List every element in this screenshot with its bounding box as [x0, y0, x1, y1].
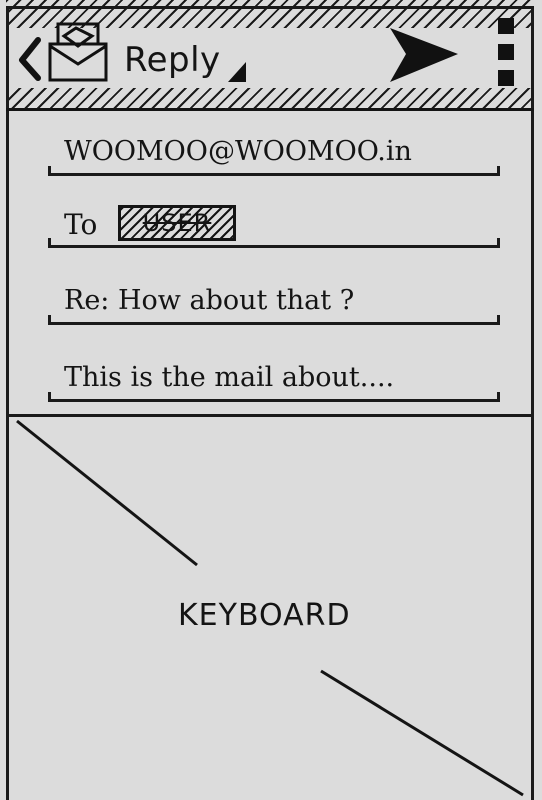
field-underline [48, 245, 500, 248]
field-tick-left [48, 392, 51, 402]
field-tick-left [48, 238, 51, 248]
subject-value: Re: How about that ? [64, 285, 355, 316]
more-vertical-icon[interactable] [494, 16, 518, 90]
toolbar-hatching-bottom [6, 88, 534, 108]
to-field[interactable] [48, 208, 500, 248]
field-tick-left [48, 315, 51, 325]
recipient-chip-label: USER [142, 209, 212, 237]
page-title: Reply [124, 40, 221, 80]
caret-down-icon[interactable] [226, 60, 250, 84]
field-tick-right [497, 392, 500, 402]
send-button[interactable] [386, 24, 462, 86]
keyboard-label: KEYBOARD [178, 598, 351, 633]
body-value: This is the mail about.... [64, 362, 395, 393]
chevron-left-icon[interactable] [14, 34, 44, 84]
body-field[interactable]: This is the mail about.... [48, 362, 500, 402]
recipient-chip[interactable]: USER [118, 205, 236, 241]
field-tick-left [48, 166, 51, 176]
field-underline [48, 322, 500, 325]
field-tick-right [497, 166, 500, 176]
from-value: WOOMOO@WOOMOO.in [64, 136, 412, 167]
subject-field[interactable]: Re: How about that ? [48, 285, 500, 325]
from-field[interactable]: WOOMOO@WOOMOO.in [48, 136, 500, 176]
to-label: To [64, 208, 98, 241]
toolbar-divider [6, 108, 534, 111]
envelope-open-icon[interactable] [46, 18, 112, 84]
field-underline [48, 173, 500, 176]
field-tick-right [497, 238, 500, 248]
field-underline [48, 399, 500, 402]
field-tick-right [497, 315, 500, 325]
